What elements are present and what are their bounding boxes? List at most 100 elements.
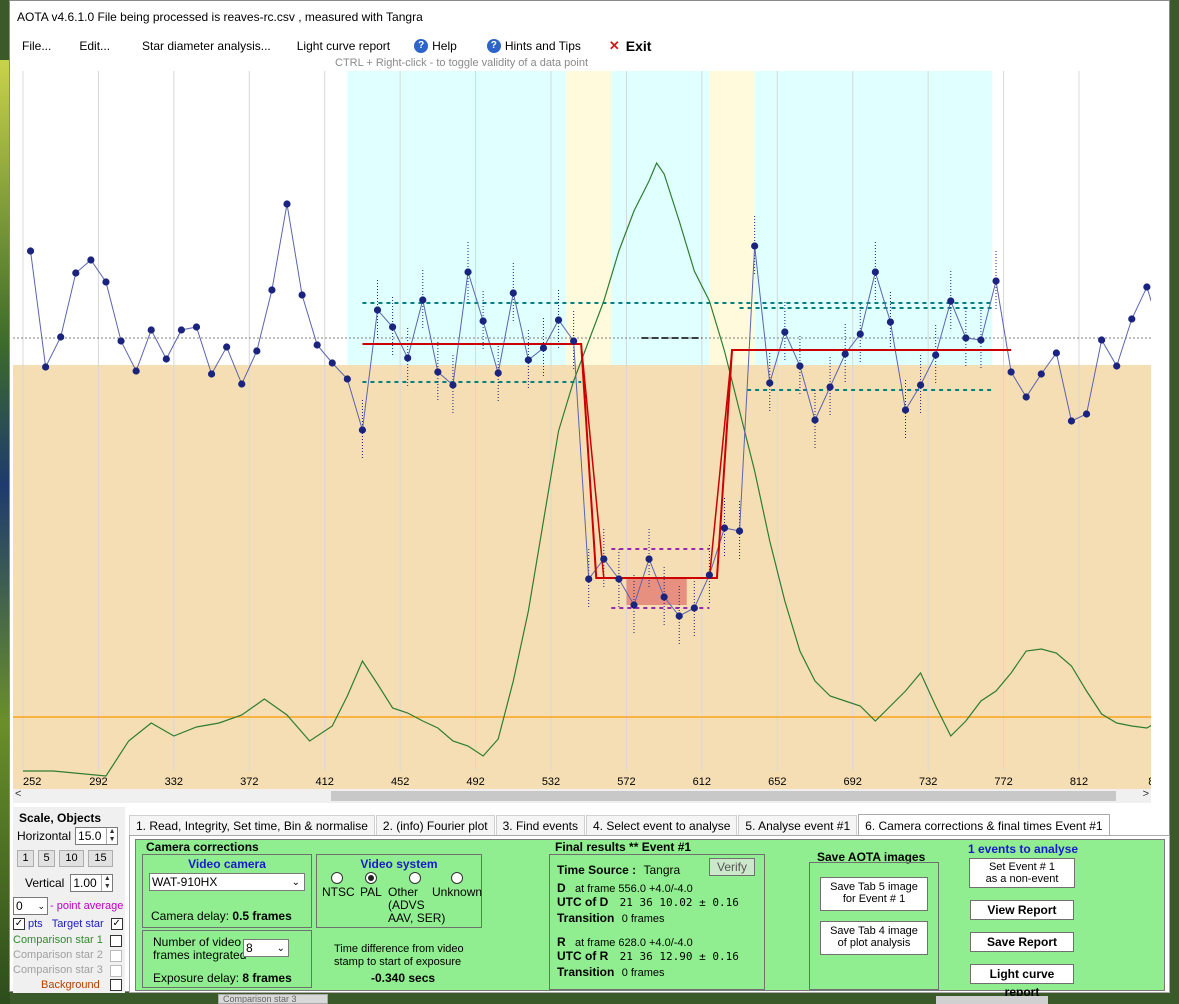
- unknown-radio[interactable]: [451, 872, 463, 884]
- data-point: [434, 368, 442, 376]
- comparison-star-1-checkbox[interactable]: [110, 935, 122, 947]
- tab-camera-corrections[interactable]: 6. Camera corrections & final times Even…: [858, 814, 1110, 835]
- data-point: [992, 277, 1000, 285]
- pts-checkbox[interactable]: ✓: [13, 918, 25, 930]
- save-report-button[interactable]: Save Report: [970, 932, 1074, 952]
- data-point: [1082, 410, 1091, 418]
- menu-hints[interactable]: ? Hints and Tips: [469, 39, 593, 53]
- spinner-arrows-icon[interactable]: ▲ ▼: [101, 875, 112, 891]
- data-point: [313, 341, 321, 349]
- x-tick-label: 372: [240, 776, 258, 788]
- video-system-group: Video system NTSC PAL Other Unknown (ADV…: [316, 854, 482, 928]
- x-tick-label: 812: [1070, 776, 1088, 788]
- preset-5-button[interactable]: 5: [38, 850, 55, 867]
- menu-star-diameter[interactable]: Star diameter analysis...: [122, 39, 283, 53]
- preset-10-button[interactable]: 10: [59, 850, 84, 867]
- data-point: [917, 381, 925, 389]
- point-average-label: - point average: [50, 900, 124, 912]
- save-tab4-image-button[interactable]: Save Tab 4 image of plot analysis: [820, 921, 928, 955]
- scroll-right-icon[interactable]: >: [1143, 788, 1149, 800]
- data-point: [177, 326, 185, 334]
- data-point: [509, 289, 517, 297]
- data-point: [796, 362, 804, 370]
- data-point: [87, 256, 95, 264]
- data-point: [223, 343, 231, 351]
- x-tick-label: 612: [693, 776, 711, 788]
- comparison-star-3-checkbox[interactable]: [110, 965, 122, 977]
- scroll-left-icon[interactable]: <: [15, 788, 21, 800]
- vertical-scale-spinner[interactable]: 1.00 ▲ ▼: [70, 874, 114, 892]
- pts-label: pts: [28, 918, 43, 930]
- data-point: [72, 269, 80, 277]
- data-point: [645, 555, 653, 563]
- utc-d-value: 21 36 10.02 ± 0.16: [619, 896, 739, 909]
- data-point: [901, 406, 910, 414]
- scrollbar-thumb[interactable]: [331, 791, 1116, 801]
- data-point: [660, 593, 668, 601]
- vertical-label: Vertical: [25, 876, 65, 890]
- horizontal-scale-spinner[interactable]: 15.0 ▲ ▼: [75, 827, 119, 845]
- data-point: [1143, 283, 1151, 291]
- menu-edit[interactable]: Edit...: [63, 39, 122, 53]
- transition-r-label: Transition: [557, 965, 615, 979]
- data-point: [811, 416, 819, 424]
- r-transition-region: [709, 71, 755, 365]
- camera-model-select[interactable]: WAT-910HX ⌄: [149, 873, 305, 891]
- data-point: [600, 555, 608, 563]
- tab-fourier[interactable]: 2. (info) Fourier plot: [375, 815, 495, 835]
- set-event-line1: Set Event # 1: [988, 861, 1056, 873]
- ntsc-radio[interactable]: [331, 872, 343, 884]
- plot-horizontal-scrollbar[interactable]: < >: [13, 788, 1151, 803]
- background-checkbox[interactable]: [110, 979, 122, 991]
- light-curve-report-button[interactable]: Light curve report: [970, 964, 1074, 999]
- analysis-region-highlight: [347, 71, 993, 365]
- data-point: [1098, 336, 1106, 344]
- other-radio[interactable]: [409, 872, 421, 884]
- tab-analyse-event[interactable]: 5. Analyse event #1: [738, 815, 858, 835]
- unknown-label: Unknown: [432, 885, 483, 899]
- menu-file[interactable]: File...: [10, 39, 63, 53]
- data-point: [962, 334, 970, 342]
- data-point: [690, 604, 698, 612]
- save-tab4-line2: of plot analysis: [837, 937, 911, 949]
- light-curve-plot[interactable]: 252 292 332 372 412 452 492 532 572 612 652 692 732 7…: [13, 71, 1151, 789]
- data-point: [720, 524, 729, 532]
- menu-light-curve-report[interactable]: Light curve report: [283, 39, 402, 53]
- data-point: [238, 380, 246, 388]
- menu-exit[interactable]: ✕ Exit: [593, 38, 664, 54]
- data-point: [404, 354, 412, 362]
- camera-corrections-tab-panel: Camera corrections Video camera WAT-910H…: [129, 835, 1170, 999]
- save-tab5-image-button[interactable]: Save Tab 5 image for Event # 1: [820, 877, 928, 911]
- frames-integrated-select[interactable]: 8 ⌄: [243, 939, 289, 957]
- data-point: [705, 571, 714, 579]
- verify-button[interactable]: Verify: [709, 858, 755, 876]
- comparison-star-2-label: Comparison star 2: [13, 949, 103, 961]
- tab-find-events[interactable]: 3. Find events: [495, 815, 585, 835]
- x-tick-label: 452: [391, 776, 409, 788]
- preset-1-button[interactable]: 1: [17, 850, 34, 867]
- menu-help[interactable]: ? Help: [402, 39, 469, 53]
- point-average-value: 0: [16, 899, 23, 913]
- data-point: [947, 297, 955, 305]
- comparison-star-2-checkbox[interactable]: [110, 950, 122, 962]
- preset-15-button[interactable]: 15: [88, 850, 113, 867]
- point-average-select[interactable]: 0 ⌄: [13, 897, 48, 915]
- pal-radio[interactable]: [365, 872, 377, 884]
- data-point: [932, 351, 940, 359]
- x-tick-label: 532: [542, 776, 560, 788]
- exposure-delay-label: Exposure delay:: [153, 971, 240, 985]
- view-report-button[interactable]: View Report: [970, 900, 1074, 920]
- target-star-checkbox[interactable]: ✓: [110, 918, 123, 930]
- set-non-event-button[interactable]: Set Event # 1 as a non-event: [969, 858, 1075, 888]
- horizontal-scale-value: 15.0: [78, 829, 102, 843]
- spinner-arrows-icon[interactable]: ▲ ▼: [106, 828, 117, 844]
- data-point: [615, 575, 623, 583]
- data-point: [1022, 393, 1030, 401]
- data-point: [539, 344, 548, 352]
- data-point: [102, 278, 110, 286]
- tab-read-integrity[interactable]: 1. Read, Integrity, Set time, Bin & norm…: [129, 815, 375, 835]
- time-source-label: Time Source :: [557, 863, 637, 877]
- tab-select-event[interactable]: 4. Select event to analyse: [585, 815, 738, 835]
- data-point: [283, 200, 291, 208]
- data-point: [871, 268, 879, 276]
